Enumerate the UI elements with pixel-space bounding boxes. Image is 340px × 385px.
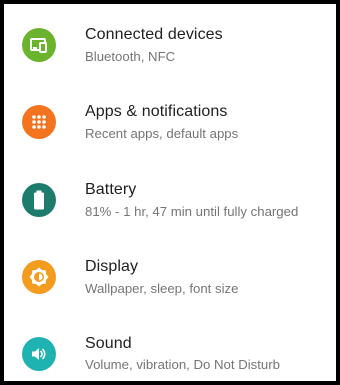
- brightness-icon: [22, 260, 56, 294]
- settings-item-summary: Volume, vibration, Do Not Disturb: [85, 357, 280, 372]
- apps-grid-icon: [22, 105, 56, 139]
- screen-frame: Connected devices Bluetooth, NFC Apps & …: [0, 0, 340, 385]
- settings-item-connected-devices[interactable]: Connected devices Bluetooth, NFC: [4, 10, 336, 80]
- volume-icon: [22, 337, 56, 371]
- settings-item-summary: 81% - 1 hr, 47 min until fully charged: [85, 204, 299, 219]
- settings-item-title: Apps & notifications: [85, 103, 228, 120]
- settings-item-sound[interactable]: Sound Volume, vibration, Do Not Disturb: [4, 320, 336, 381]
- battery-icon: [22, 183, 56, 217]
- settings-item-battery[interactable]: Battery 81% - 1 hr, 47 min until fully c…: [4, 165, 336, 235]
- settings-item-summary: Wallpaper, sleep, font size: [85, 281, 239, 296]
- settings-item-title: Sound: [85, 335, 132, 352]
- settings-list-panel: Connected devices Bluetooth, NFC Apps & …: [4, 4, 336, 381]
- settings-item-title: Display: [85, 258, 139, 275]
- settings-item-display[interactable]: Display Wallpaper, sleep, font size: [4, 242, 336, 312]
- settings-item-summary: Recent apps, default apps: [85, 126, 239, 141]
- settings-item-summary: Bluetooth, NFC: [85, 49, 176, 64]
- settings-item-title: Battery: [85, 181, 137, 198]
- settings-item-apps-notifications[interactable]: Apps & notifications Recent apps, defaul…: [4, 87, 336, 157]
- settings-item-title: Connected devices: [85, 26, 223, 43]
- connected-devices-icon: [22, 28, 56, 62]
